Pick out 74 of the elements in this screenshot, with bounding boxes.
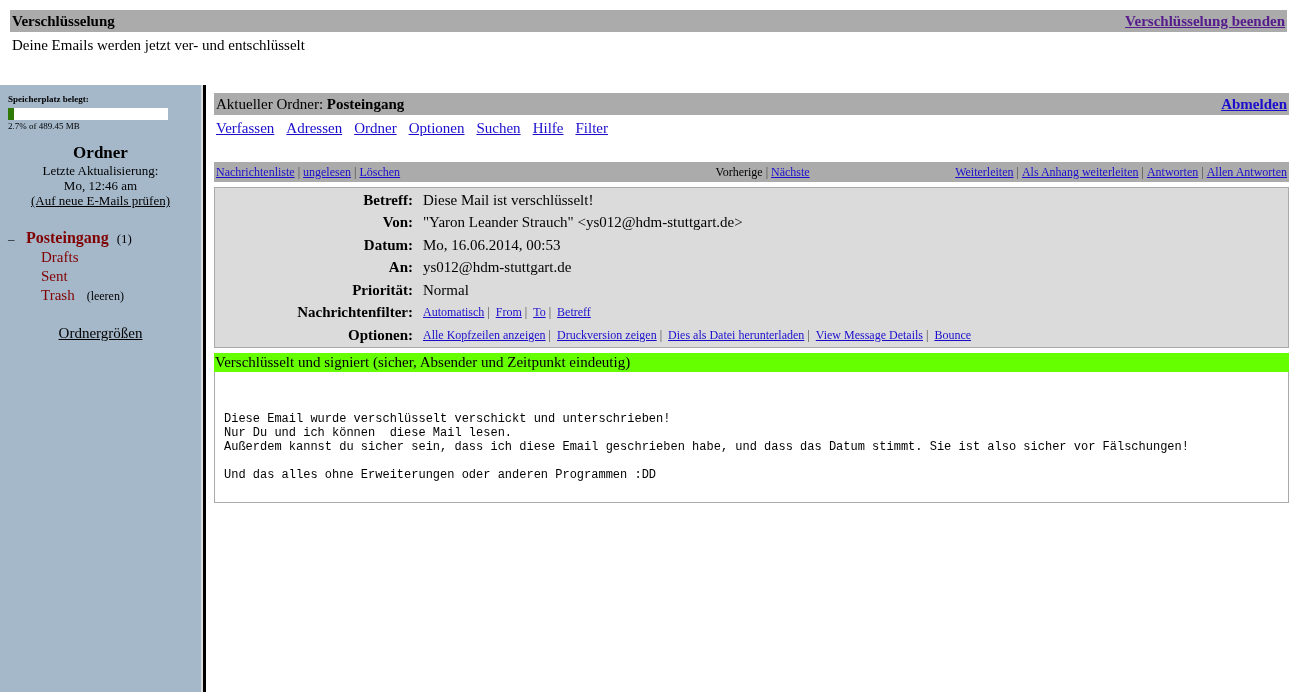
header-value: "Yaron Leander Strauch" <ys012@hdm-stuttgart.de> [423, 214, 743, 230]
banner-title: Verschlüsselung [12, 11, 115, 31]
header-label: An: [215, 256, 423, 279]
menu-link[interactable]: Optionen [408, 117, 465, 140]
header-value: Normal [423, 281, 469, 298]
separator: | [1141, 163, 1144, 181]
menu-link[interactable]: Ordner [354, 117, 397, 140]
header-value: ys012@hdm-stuttgart.de [423, 259, 572, 275]
folder-link[interactable]: Sent [41, 267, 68, 286]
body-line: Nur Du und ich können diese Mail lesen. [224, 426, 514, 440]
option-link[interactable]: Druckversion zeigen [557, 325, 657, 344]
toolbar-link[interactable]: Löschen [359, 162, 401, 181]
collapse-toggle[interactable]: – [8, 229, 18, 248]
last-update-time: Mo, 12:46 am [63, 178, 138, 193]
folder-link[interactable]: Drafts [41, 248, 79, 267]
header-value: Diese Mail ist verschlüsselt! [423, 191, 594, 208]
menu-link[interactable]: Hilfe [532, 117, 564, 140]
header-label: Nachrichtenfilter: [215, 301, 423, 324]
folder-link[interactable]: Posteingang [26, 228, 109, 247]
header-value: Mo, 16.06.2014, 00:53 [423, 236, 561, 253]
menu-link[interactable]: Suchen [476, 117, 521, 140]
security-status-text: Verschlüsselt und signiert (sicher, Absender und Zeitpunkt eindeutig) [215, 353, 631, 373]
separator: | [487, 304, 491, 322]
header-label: Von: [381, 213, 414, 232]
unread-count: (1) [116, 230, 132, 248]
separator: | [524, 304, 529, 322]
toolbar-link[interactable]: ungelesen [303, 162, 352, 181]
separator: | [1201, 163, 1204, 181]
header-label: Datum: [215, 233, 423, 256]
separator: | [1016, 163, 1019, 181]
option-link[interactable]: To [533, 303, 546, 322]
logout-link[interactable]: Abmelden [1221, 92, 1287, 116]
check-mail-link[interactable]: (Auf neue E-Mails prüfen) [31, 193, 170, 208]
body-line: Diese Email wurde verschlüsselt verschickt und unterschrieben! [224, 412, 672, 426]
banner-message: Deine Emails werden jetzt ver- und entschlüsselt [11, 36, 306, 55]
folder-sizes-link[interactable]: Ordnergrößen [58, 322, 143, 345]
toolbar-link[interactable]: Antworten [1146, 162, 1199, 181]
separator: | [548, 326, 552, 344]
option-link[interactable]: Betreff [557, 303, 591, 322]
toolbar-link[interactable]: Allen Antworten [1206, 162, 1287, 181]
separator: | [548, 304, 553, 322]
menu-link[interactable]: Verfassen [216, 117, 275, 140]
toolbar-link[interactable]: Nächste [771, 162, 810, 181]
separator: | [659, 326, 664, 344]
option-link[interactable]: View Message Details [815, 325, 923, 344]
separator: | [354, 163, 357, 181]
storage-label: Speicherplatz belegt: [8, 93, 90, 106]
toolbar-link[interactable]: Weiterleiten [955, 162, 1014, 181]
toolbar-label: Vorherige [715, 163, 763, 181]
header-label: Priorität: [215, 278, 423, 301]
end-encryption-link[interactable]: Verschlüsselung beenden [1125, 9, 1285, 33]
current-folder: Aktueller Ordner: Posteingang [216, 94, 405, 114]
toolbar-link[interactable]: Nachrichtenliste [216, 162, 295, 181]
option-link[interactable]: Automatisch [423, 303, 485, 322]
empty-trash-link[interactable]: (leeren) [86, 287, 124, 306]
option-link[interactable]: Alle Kopfzeilen anzeigen [423, 325, 546, 344]
separator: | [926, 326, 930, 344]
menu-link[interactable]: Filter [575, 117, 608, 140]
folder-link[interactable]: Trash [41, 286, 75, 305]
menu-link[interactable]: Adressen [286, 117, 343, 140]
folders-title: Ordner [73, 143, 128, 163]
separator: | [807, 326, 811, 344]
option-link[interactable]: Dies als Datei herunterladen [668, 325, 805, 344]
option-link[interactable]: From [495, 303, 522, 322]
option-link[interactable]: Bounce [934, 325, 972, 344]
header-label: Optionen: [215, 323, 423, 346]
separator: | [765, 163, 769, 181]
body-line: Und das alles ohne Erweiterungen oder anderen Programmen :DD [224, 468, 658, 482]
separator: | [297, 163, 301, 181]
last-update-label: Letzte Aktualisierung: [42, 163, 159, 178]
storage-reading: 2.7% of 489.45 MB [8, 119, 81, 133]
header-label: Betreff: [215, 188, 423, 211]
body-line: Außerdem kannst du sicher sein, dass ich diese Email geschrieben habe, und dass das Datum stimmt. Sie ist also sicher vor Fälschungen! [224, 440, 1190, 454]
toolbar-link[interactable]: Als Anhang weiterleiten [1021, 162, 1139, 181]
